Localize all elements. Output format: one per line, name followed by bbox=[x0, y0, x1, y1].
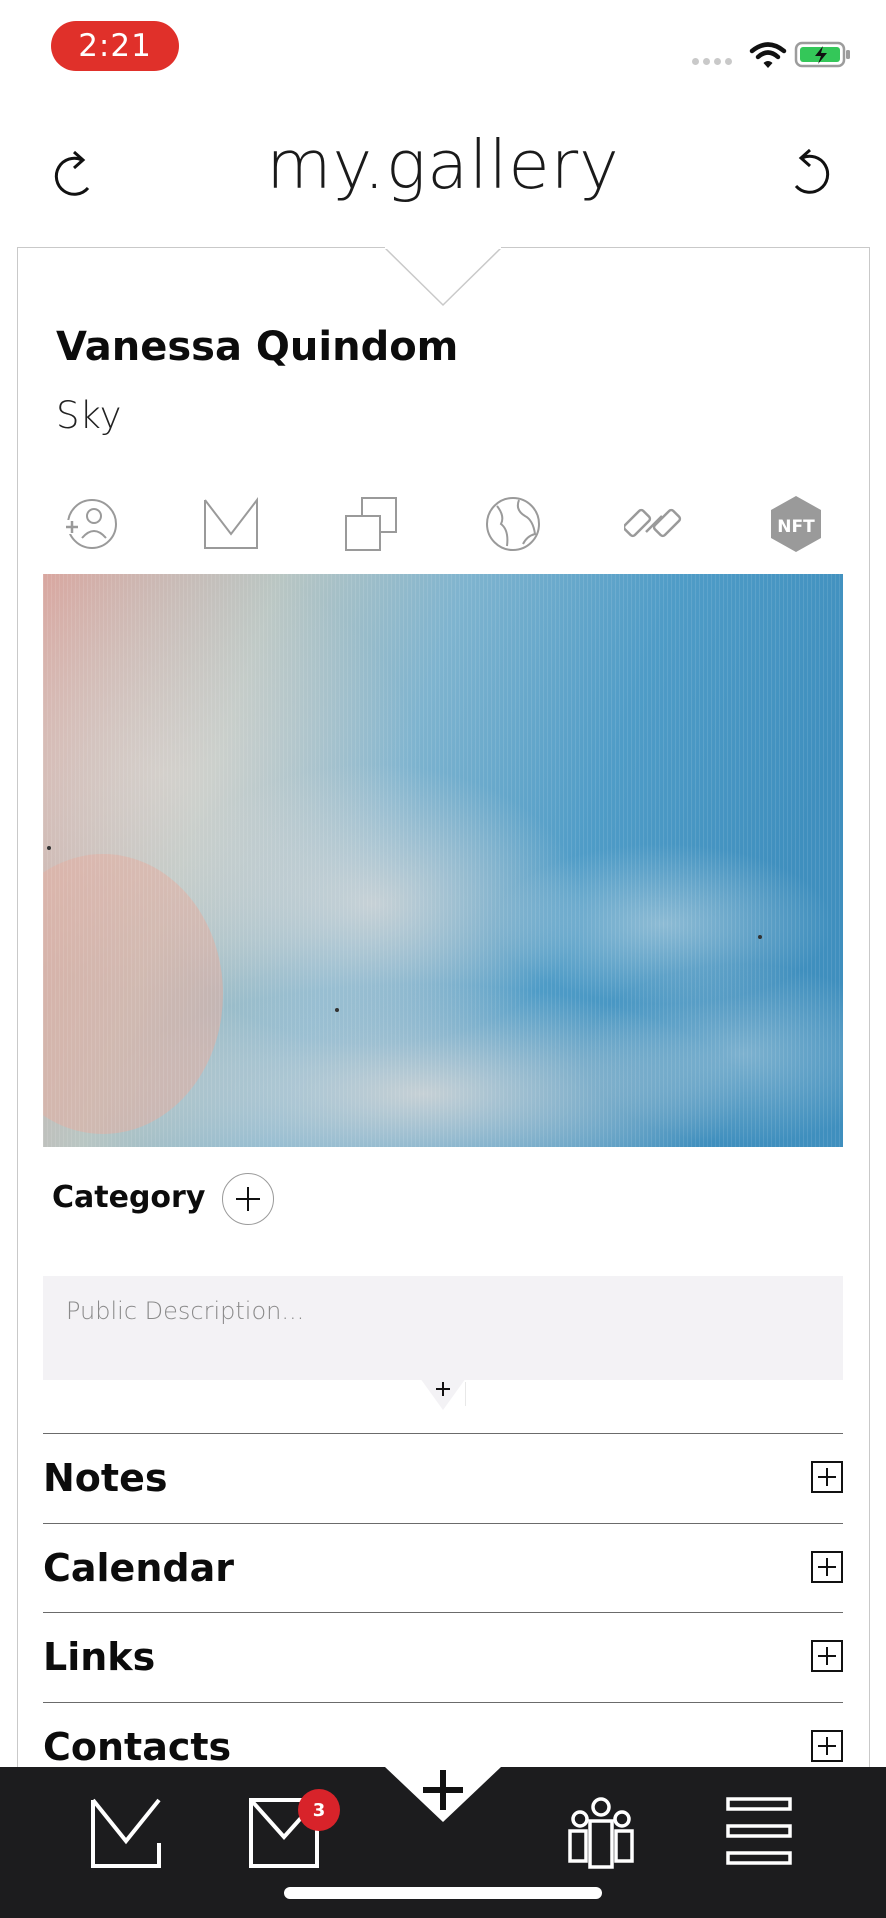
section-calendar[interactable]: Calendar bbox=[43, 1523, 843, 1613]
section-label: Contacts bbox=[43, 1725, 232, 1769]
category-label: Category bbox=[52, 1180, 206, 1215]
section-label: Links bbox=[43, 1635, 156, 1679]
inbox-badge: 3 bbox=[298, 1789, 340, 1831]
copy-icon[interactable] bbox=[342, 494, 402, 554]
people-tab-icon[interactable] bbox=[564, 1797, 638, 1869]
status-time: 2:21 bbox=[51, 21, 179, 71]
card-pointer bbox=[385, 247, 501, 307]
public-description-field[interactable] bbox=[43, 1276, 843, 1380]
app-title: my.gallery bbox=[266, 126, 620, 204]
home-indicator[interactable] bbox=[284, 1887, 602, 1899]
add-contact-icon[interactable] bbox=[60, 494, 120, 554]
menu-tab-icon[interactable] bbox=[726, 1797, 792, 1867]
wifi-icon bbox=[749, 42, 787, 68]
plus-icon bbox=[236, 1187, 260, 1211]
artwork-image[interactable] bbox=[43, 574, 843, 1147]
cellular-signal-icon bbox=[692, 58, 732, 65]
expand-description-button[interactable] bbox=[420, 1378, 466, 1410]
add-new-button[interactable] bbox=[385, 1760, 501, 1828]
section-links[interactable]: Links bbox=[43, 1612, 843, 1702]
expand-plus-icon[interactable] bbox=[811, 1640, 843, 1672]
nft-icon[interactable]: NFT bbox=[766, 494, 826, 554]
link-icon[interactable] bbox=[624, 494, 684, 554]
redo-icon[interactable] bbox=[788, 146, 832, 198]
expand-plus-icon[interactable] bbox=[811, 1551, 843, 1583]
section-label: Notes bbox=[43, 1456, 168, 1500]
expand-plus-icon[interactable] bbox=[811, 1461, 843, 1493]
svg-text:NFT: NFT bbox=[777, 517, 815, 537]
owner-name: Vanessa Quindom bbox=[56, 324, 459, 370]
battery-icon bbox=[794, 41, 850, 68]
section-notes[interactable]: Notes bbox=[43, 1433, 843, 1523]
mail-icon[interactable] bbox=[201, 494, 261, 554]
add-category-button[interactable] bbox=[222, 1173, 274, 1225]
messages-tab-icon[interactable] bbox=[90, 1797, 162, 1869]
artwork-title: Sky bbox=[56, 394, 122, 437]
description-placeholder: Public Description... bbox=[66, 1297, 305, 1325]
section-label: Calendar bbox=[43, 1546, 234, 1590]
expand-plus-icon[interactable] bbox=[811, 1730, 843, 1762]
globe-icon[interactable] bbox=[483, 494, 543, 554]
